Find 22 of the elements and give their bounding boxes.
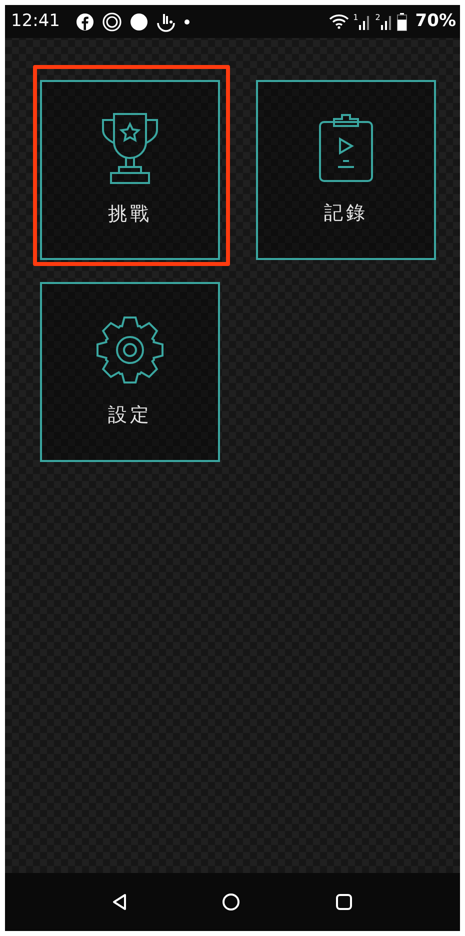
facebook-icon <box>76 12 94 30</box>
sim-number: 2 <box>375 14 380 22</box>
recents-icon[interactable] <box>334 893 353 911</box>
menu-tile[interactable]: 設定 <box>40 282 220 462</box>
battery-icon <box>397 12 408 30</box>
signal-icon <box>380 14 394 30</box>
trophy-icon <box>99 112 161 184</box>
circle-icon <box>102 12 122 32</box>
clock: 12:41 <box>11 10 60 33</box>
menu-tile[interactable]: 挑戰 <box>40 80 220 260</box>
dot-icon <box>130 12 148 30</box>
menu-tile[interactable]: 記錄 <box>256 80 436 260</box>
battery-percent: 70% <box>415 10 456 33</box>
sim-number: 1 <box>353 14 358 22</box>
home-icon[interactable] <box>222 893 240 911</box>
wifi-icon <box>329 12 350 30</box>
signal-icon <box>358 14 372 30</box>
back-icon[interactable] <box>112 893 128 911</box>
hand-icon <box>156 12 176 32</box>
dot-icon <box>184 18 190 24</box>
gear-icon <box>95 314 165 385</box>
clipboard-icon <box>319 112 373 183</box>
